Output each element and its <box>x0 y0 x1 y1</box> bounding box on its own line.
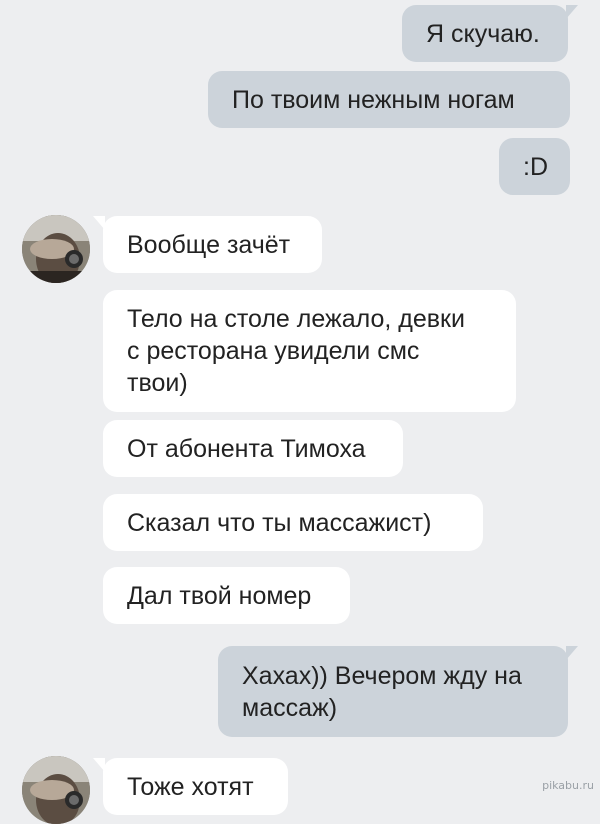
message-incoming[interactable]: Сказал что ты массажист) <box>103 494 483 551</box>
contact-avatar[interactable] <box>22 756 90 824</box>
message-text: Хахах)) Вечером жду на массаж) <box>242 661 522 722</box>
avatar-photo-icon <box>22 756 90 824</box>
message-outgoing[interactable]: Я скучаю. <box>402 5 578 62</box>
message-text: Я скучаю. <box>426 19 540 48</box>
message-text: Дал твой номер <box>127 581 312 610</box>
message-text: От абонента Тимоха <box>127 434 366 463</box>
contact-avatar[interactable] <box>22 215 90 283</box>
message-outgoing[interactable]: По твоим нежным ногам <box>208 71 570 128</box>
watermark-text: pikabu.ru <box>542 779 594 792</box>
message-incoming[interactable]: Тоже хотят <box>93 758 288 815</box>
message-text: Тоже хотят <box>127 773 254 801</box>
message-outgoing[interactable]: :D <box>499 138 570 195</box>
message-text: Тело на столе лежало, девки с ресторана … <box>127 305 465 397</box>
message-text: Сказал что ты массажист) <box>127 508 432 537</box>
message-incoming[interactable]: Тело на столе лежало, девки с ресторана … <box>103 290 516 412</box>
message-incoming[interactable]: От абонента Тимоха <box>103 420 403 477</box>
message-text: По твоим нежным ногам <box>232 85 515 114</box>
message-incoming[interactable]: Дал твой номер <box>103 567 350 624</box>
message-text: :D <box>523 152 548 181</box>
avatar-photo-icon <box>22 215 90 283</box>
message-incoming[interactable]: Вообще зачёт <box>93 216 322 273</box>
message-text: Вообще зачёт <box>127 230 291 259</box>
message-outgoing[interactable]: Хахах)) Вечером жду на массаж) <box>218 646 578 737</box>
